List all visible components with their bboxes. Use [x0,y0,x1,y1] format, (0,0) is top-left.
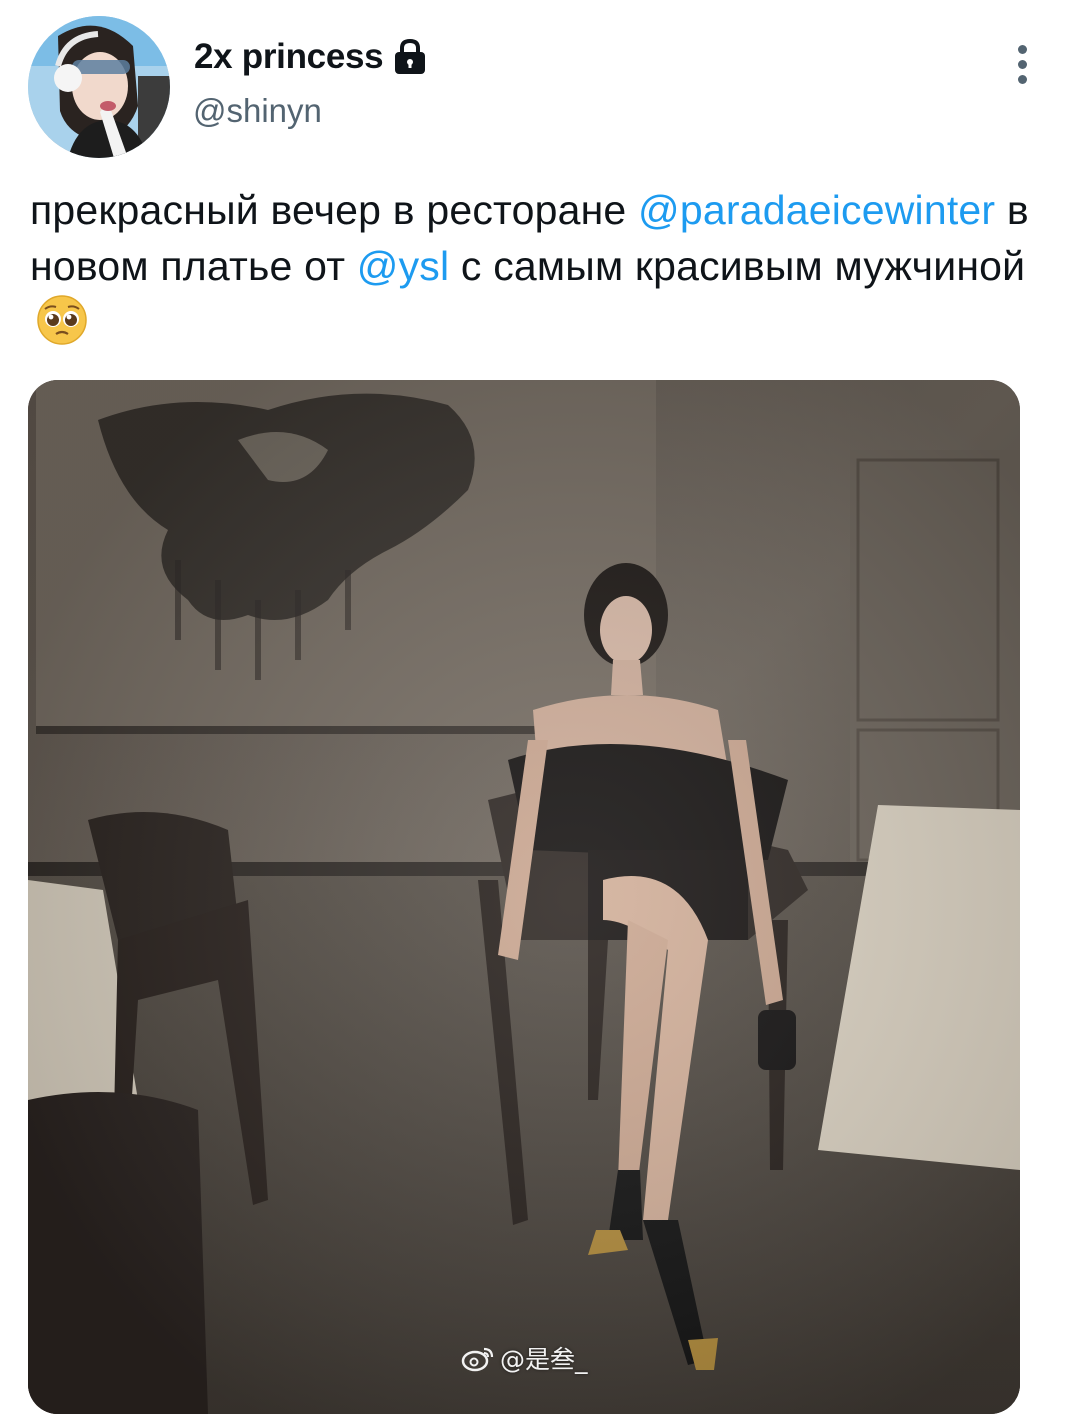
avatar[interactable] [28,16,170,158]
avatar-image [28,16,170,158]
mention-link[interactable]: @paradaeicewinter [638,187,995,233]
tweet-text-part: с самым красивым мужчиной [449,243,1026,289]
tweet-photo[interactable]: @是叁_ [28,380,1020,1414]
mention-link[interactable]: @ysl [357,243,450,289]
display-name[interactable]: 2x princess [194,37,384,77]
tweet: 2x princess @shinyn прекрасный вечер в р… [0,0,1080,1428]
more-vertical-icon-dot [1017,74,1027,84]
more-vertical-icon [1017,44,1027,54]
pleading-face-emoji [36,294,88,346]
photo-watermark: @是叁_ [460,1340,588,1376]
lock-icon [391,37,429,77]
more-options-button[interactable] [1000,40,1044,88]
user-handle[interactable]: @shinyn [193,92,322,130]
weibo-icon [460,1343,496,1373]
restaurant-photo [28,380,1020,1414]
tweet-text: прекрасный вечер в ресторане @paradaeice… [30,182,1040,350]
display-name-row: 2x princess [194,34,429,80]
more-vertical-icon-dot [1017,59,1027,69]
tweet-text-part: прекрасный вечер в ресторане [30,187,639,233]
watermark-text: @是叁_ [500,1345,588,1374]
